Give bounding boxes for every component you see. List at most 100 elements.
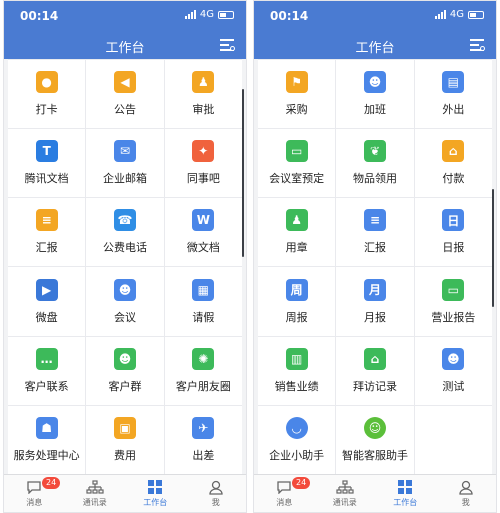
tab-label: 通讯录 [82, 498, 107, 507]
briefcase-icon: ▤ [442, 71, 465, 94]
app-tile[interactable]: ▤ 外出 [414, 60, 492, 129]
wallet-icon: ▣ [113, 416, 136, 439]
unread-badge: 24 [42, 477, 61, 489]
app-tile[interactable]: 日日报 [414, 198, 492, 267]
app-tile[interactable]: ▦ 请假 [164, 267, 242, 336]
signal-icon [184, 10, 196, 19]
app-tile[interactable]: ◀ 公告 [86, 60, 164, 129]
robot-icon: ☺ [363, 416, 386, 439]
contacts-icon [86, 479, 104, 495]
chat-bubble-icon: … [35, 347, 58, 370]
app-tile[interactable]: ✺ 客户朋友圈 [164, 336, 242, 405]
me-icon [209, 479, 223, 495]
app-tile-label: 营业报告 [431, 310, 476, 324]
app-tile[interactable]: ☻ 客户群 [86, 336, 164, 405]
app-tile[interactable]: ✈ 出差 [164, 405, 242, 474]
bar-chart-icon: ▥ [285, 347, 308, 370]
phone-screen-left: 00:14 4G 工作台 ● 打卡 ◀ 公告 ♟ 审批 T 腾讯文档 ✉ 企业邮箱 ✦ 同事吧 ≡ 汇报 ☎… [3, 0, 247, 513]
app-tile-label: 客户群 [108, 379, 142, 393]
phone-screen-right: 00:14 4G 工作台 ⚑ 采购 ☻ 加班 ▤ 外出 ▭ 会议室预定 ❦ 物品领用 ⌂ 付款 ♟ 用章 ≡… [253, 0, 497, 513]
tab-workbench[interactable]: 工作台 [375, 475, 436, 512]
tab-message[interactable]: 消息 24 [254, 475, 315, 512]
app-tile[interactable]: ⌂ 付款 [414, 129, 492, 198]
app-tile[interactable]: ⌂ 拜访记录 [336, 336, 414, 405]
battery-icon [218, 10, 234, 19]
business-report-icon: ▭ [442, 278, 465, 301]
tab-label: 我 [461, 498, 470, 507]
app-tile[interactable]: ▭ 会议室预定 [258, 129, 336, 198]
location-pin-icon: ● [35, 71, 58, 94]
app-tile[interactable]: ◡ 企业小助手 [258, 405, 336, 474]
nav-bar: 工作台 [254, 31, 496, 59]
app-tile-label: 费用 [113, 448, 136, 462]
settings-menu-icon[interactable] [470, 39, 485, 51]
app-tile[interactable]: ♟ 用章 [258, 198, 336, 267]
monthly-icon: 月 [363, 278, 386, 301]
app-tile[interactable]: 月月报 [336, 267, 414, 336]
app-tile[interactable]: ♟ 审批 [164, 60, 242, 129]
app-tile-label: 打卡 [35, 103, 58, 117]
tab-contacts[interactable]: 通讯录 [315, 475, 376, 512]
app-tile[interactable]: W 微文档 [164, 198, 242, 267]
app-tile[interactable]: ▥ 销售业绩 [258, 336, 336, 405]
nav-bar: 工作台 [4, 31, 246, 59]
message-icon [26, 479, 42, 495]
app-tile-label: 客户联系 [24, 379, 69, 393]
megaphone-icon: ◀ [113, 71, 136, 94]
app-tile[interactable]: ☎ 公费电话 [86, 198, 164, 267]
cart-icon: ⚑ [285, 71, 308, 94]
app-tile-label: 采购 [285, 103, 308, 117]
app-tile-label: 拜访记录 [352, 379, 397, 393]
app-grid: ● 打卡 ◀ 公告 ♟ 审批 T 腾讯文档 ✉ 企业邮箱 ✦ 同事吧 ≡ 汇报 ☎ 公费电话 W 微文档 ▶ 微盘 ☻ 会… [8, 59, 242, 474]
app-tile[interactable]: ⚑ 采购 [258, 60, 336, 129]
app-tile-label: 日报 [442, 241, 465, 255]
app-tile-label: 会议室预定 [269, 172, 325, 186]
app-tile[interactable]: ▣ 费用 [86, 405, 164, 474]
settings-menu-icon[interactable] [220, 39, 235, 51]
app-tile[interactable]: ☗ 服务处理中心 [8, 405, 86, 474]
app-tile-label: 微文档 [186, 241, 220, 255]
tab-message[interactable]: 消息 24 [4, 475, 65, 512]
app-tile[interactable]: ● 打卡 [8, 60, 86, 129]
report-icon: ≡ [363, 209, 386, 232]
phone-icon: ☎ [113, 209, 136, 232]
app-tile[interactable]: ≡ 汇报 [8, 198, 86, 267]
message-icon [276, 479, 292, 495]
aperture-icon: ✺ [192, 347, 215, 370]
tab-workbench[interactable]: 工作台 [125, 475, 186, 512]
app-tile-label: 汇报 [35, 241, 58, 255]
app-tile-label: 用章 [285, 241, 308, 255]
app-tile[interactable]: ☻ 测试 [414, 336, 492, 405]
app-tile[interactable]: ≡ 汇报 [336, 198, 414, 267]
me-icon [459, 479, 473, 495]
workbench-icon [148, 479, 163, 495]
unread-badge: 24 [292, 477, 311, 489]
home-icon: ⌂ [363, 347, 386, 370]
tab-me[interactable]: 我 [436, 475, 497, 512]
app-tile[interactable]: ✉ 企业邮箱 [86, 129, 164, 198]
app-tile[interactable]: ▶ 微盘 [8, 267, 86, 336]
app-tile[interactable]: ☻ 会议 [86, 267, 164, 336]
app-tile[interactable]: 周周报 [258, 267, 336, 336]
app-tile[interactable]: T 腾讯文档 [8, 129, 86, 198]
app-tile-label: 付款 [442, 172, 465, 186]
app-tile-label: 审批 [192, 103, 215, 117]
group-icon: ☻ [113, 347, 136, 370]
signal-icon [434, 10, 446, 19]
meeting-icon: ☻ [113, 278, 136, 301]
plane-icon: ✈ [192, 416, 215, 439]
tab-me[interactable]: 我 [186, 475, 247, 512]
scrollbar[interactable] [492, 189, 494, 307]
app-tile[interactable]: ▭ 营业报告 [414, 267, 492, 336]
scrollbar[interactable] [242, 89, 244, 257]
tab-label: 工作台 [393, 498, 418, 507]
app-tile-label: 腾讯文档 [24, 172, 69, 186]
app-tile[interactable]: ❦ 物品领用 [336, 129, 414, 198]
app-tile[interactable]: ☻ 加班 [336, 60, 414, 129]
stamp-icon: ♟ [192, 71, 215, 94]
app-tile[interactable]: ✦ 同事吧 [164, 129, 242, 198]
app-tile[interactable]: … 客户联系 [8, 336, 86, 405]
tab-contacts[interactable]: 通讯录 [65, 475, 126, 512]
app-tile-label: 外出 [442, 103, 465, 117]
app-tile[interactable]: ☺ 智能客服助手 [336, 405, 414, 474]
